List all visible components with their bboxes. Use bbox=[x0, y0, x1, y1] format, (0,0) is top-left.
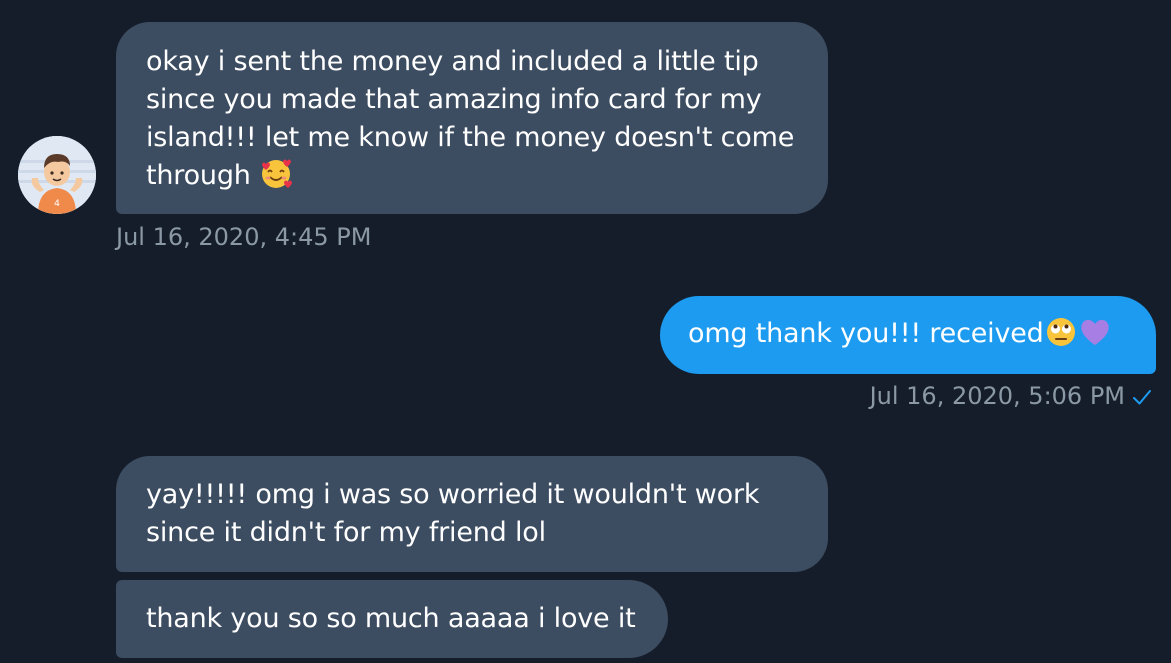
message-text: okay i sent the money and included a lit… bbox=[146, 46, 795, 191]
message-text: thank you so so much aaaaa i love it bbox=[146, 603, 636, 634]
message-timestamp: Jul 16, 2020, 5:06 PM bbox=[869, 382, 1125, 410]
message-bubble-incoming[interactable]: yay!!!!! omg i was so worried it wouldn'… bbox=[116, 456, 828, 572]
face-with-rolling-eyes-emoji-icon bbox=[1044, 315, 1078, 349]
message-timestamp: Jul 16, 2020, 4:45 PM bbox=[116, 223, 372, 251]
message-text: yay!!!!! omg i was so worried it wouldn'… bbox=[146, 479, 760, 548]
message-bubble-incoming[interactable]: okay i sent the money and included a lit… bbox=[116, 22, 828, 214]
smiling-face-with-hearts-emoji-icon bbox=[259, 157, 293, 191]
message-bubble-outgoing[interactable]: omg thank you!!! received bbox=[660, 296, 1156, 374]
sent-check-icon bbox=[1131, 385, 1153, 407]
message-bubble-incoming[interactable]: thank you so so much aaaaa i love it bbox=[116, 580, 668, 658]
cartoon-person-icon: 4 bbox=[18, 136, 96, 214]
sender-avatar[interactable]: 4 bbox=[18, 136, 96, 214]
dm-conversation: 4 okay i sent the money and included a l… bbox=[0, 0, 1171, 663]
message-timestamp-row: Jul 16, 2020, 5:06 PM bbox=[870, 381, 1153, 411]
purple-heart-emoji-icon bbox=[1078, 315, 1112, 349]
svg-text:4: 4 bbox=[54, 199, 60, 209]
message-text: omg thank you!!! received bbox=[688, 318, 1044, 349]
